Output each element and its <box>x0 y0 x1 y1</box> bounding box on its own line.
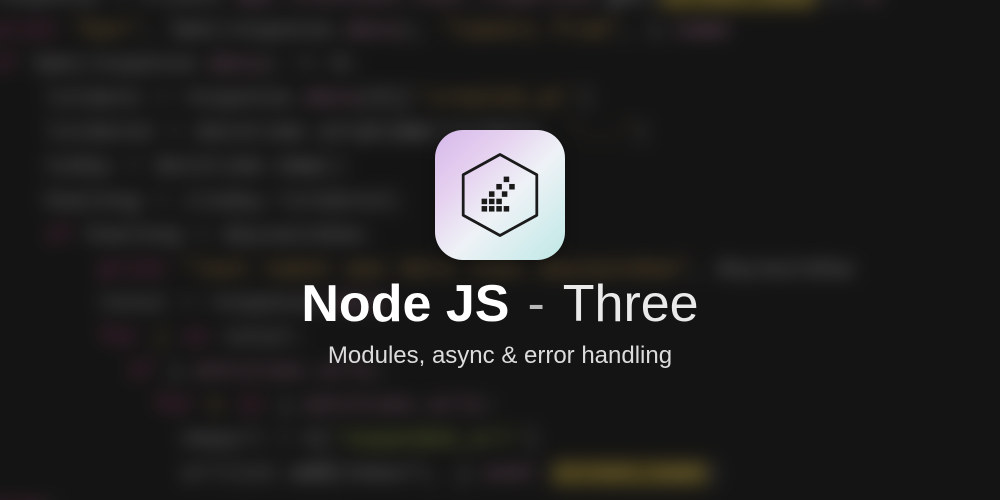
title-separator: - <box>527 278 544 330</box>
title-secondary: Three <box>563 278 699 330</box>
title-primary: Node JS <box>301 278 509 330</box>
subtitle: Modules, async & error handling <box>328 342 672 370</box>
app-icon-tile <box>435 130 565 260</box>
title-row: Node JS - Three <box>301 278 698 330</box>
hexagon-dots-icon <box>454 149 546 241</box>
hero-content: Node JS - Three Modules, async & error h… <box>0 0 1000 500</box>
